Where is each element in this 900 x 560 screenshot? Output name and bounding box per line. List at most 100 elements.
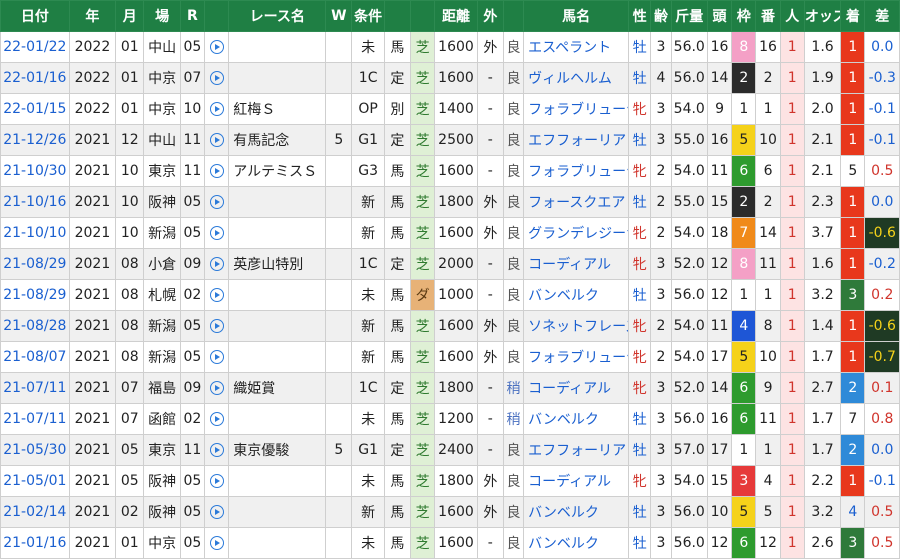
table-row[interactable]: 21-10/16 2021 10 阪神 05 新馬芝 1800 外良フォースクエア牡 2 55.0… xyxy=(0,186,900,218)
table-row[interactable]: 21-05/30 2021 05 東京 11 東京優駿 5 G1 定芝 2400- 良エフフォーリア… xyxy=(0,434,900,466)
condition-type-cell: 馬 xyxy=(383,403,412,435)
date-link[interactable]: 21-08/28 xyxy=(3,318,66,334)
rank-cell: 2 xyxy=(840,372,866,404)
month-cell: 12 xyxy=(115,124,145,156)
horse-link[interactable]: コーディアル xyxy=(528,381,611,397)
margin-cell: 0.0 xyxy=(864,186,900,218)
race-number-cell: 05 xyxy=(179,527,206,559)
play-icon[interactable] xyxy=(209,164,224,178)
margin-cell: 0.1 xyxy=(864,372,900,404)
play-icon[interactable] xyxy=(209,257,224,271)
table-row[interactable]: 21-08/29 2021 08 小倉 09 英彦山特別 1C 定芝 2000- 良コーディアル 牝… xyxy=(0,248,900,280)
play-icon[interactable] xyxy=(209,505,224,519)
horse-link[interactable]: コーディアル xyxy=(528,474,611,490)
date-link[interactable]: 21-02/14 xyxy=(3,504,66,520)
sex-cell: 牝 xyxy=(628,465,652,497)
weight-cell: 56.0 xyxy=(670,527,708,559)
date-link[interactable]: 21-12/26 xyxy=(3,132,66,148)
table-row[interactable]: 22-01/22 2022 01 中山 05 未馬芝 1600 外良エスペラント牡 3 56.0 1… xyxy=(0,31,900,63)
table-row[interactable]: 21-10/10202110新潟05 新馬芝1600外良グランデレジーナ牝254.… xyxy=(0,217,900,249)
date-link[interactable]: 21-05/30 xyxy=(3,442,66,458)
horse-link[interactable]: バンベルク xyxy=(528,536,599,552)
date-link[interactable]: 21-08/07 xyxy=(3,349,66,365)
horse-link[interactable]: フォラブリューテ xyxy=(528,164,628,180)
table-row[interactable]: 22-01/15202201中京10 紅梅Ｓ OP別芝1400-良フォラブリューテ牝… xyxy=(0,93,900,125)
date-link[interactable]: 21-05/01 xyxy=(3,473,66,489)
horse-link[interactable]: フォースクエア xyxy=(528,195,625,211)
play-icon[interactable] xyxy=(209,319,224,333)
play-icon[interactable] xyxy=(209,288,224,302)
month-cell: 02 xyxy=(115,496,145,528)
weight-cell: 54.0 xyxy=(670,465,708,497)
number-cell: 8 xyxy=(755,310,781,342)
play-icon[interactable] xyxy=(209,443,224,457)
horse-link[interactable]: フォラブリューテ xyxy=(528,350,628,366)
horse-link[interactable]: グランデレジーナ xyxy=(528,226,628,242)
date-link[interactable]: 21-08/29 xyxy=(3,287,66,303)
table-row[interactable]: 21-08/07202108新潟05 新馬芝1600外良フォラブリューテ牝254.… xyxy=(0,341,900,373)
date-link[interactable]: 21-10/30 xyxy=(3,163,66,179)
distance-cell: 1600 xyxy=(434,527,478,559)
horse-link[interactable]: バンベルク xyxy=(528,412,599,428)
play-icon[interactable] xyxy=(209,350,224,364)
date-link[interactable]: 22-01/16 xyxy=(3,70,66,86)
play-icon[interactable] xyxy=(209,536,224,550)
race-name-cell xyxy=(228,527,327,559)
play-icon[interactable] xyxy=(209,412,224,426)
venue-cell: 阪神 xyxy=(143,186,181,218)
play-icon[interactable] xyxy=(209,40,224,54)
condition-cell: 1C xyxy=(351,248,385,280)
table-row[interactable]: 21-12/26 2021 12 中山 11 有馬記念 5 G1 定芝 2500- 良エフフォーリア… xyxy=(0,124,900,156)
w-cell xyxy=(325,403,353,435)
table-row[interactable]: 21-05/01 2021 05 阪神 05 未馬芝 1800 外良コーディアル牝 3 54.0 1… xyxy=(0,465,900,497)
table-row[interactable]: 21-08/28 2021 08 新潟 05 新馬芝 1600 外良ソネットフレーズ牝 2 54.… xyxy=(0,310,900,342)
play-icon[interactable] xyxy=(209,474,224,488)
weight-cell: 56.0 xyxy=(670,403,708,435)
date-link[interactable]: 21-10/16 xyxy=(3,194,66,210)
date-link[interactable]: 21-07/11 xyxy=(3,380,66,396)
date-link[interactable]: 21-10/10 xyxy=(3,225,66,241)
sex-cell: 牡 xyxy=(628,124,652,156)
horse-cell: バンベルク xyxy=(523,496,630,528)
margin-cell: 0.5 xyxy=(864,155,900,187)
date-link[interactable]: 21-01/16 xyxy=(3,535,66,551)
horse-link[interactable]: エフフォーリア xyxy=(528,133,626,149)
distance-cell: 1600 xyxy=(434,31,478,63)
table-row[interactable]: 21-10/30 2021 10 東京 11 アルテミスＳ G3 馬芝 1600- 良フォラブリュ… xyxy=(0,155,900,187)
play-icon[interactable] xyxy=(209,133,224,147)
table-row[interactable]: 21-08/29 2021 08 札幌 02 未馬ダ 1000- 良バンベルク牡 3 56.0 12… xyxy=(0,279,900,311)
horse-link[interactable]: エフフォーリア xyxy=(528,443,626,459)
table-row[interactable]: 22-01/16 2022 01 中京 07 1C 定芝 1600- 良ヴィルヘルム牡 4 56.0… xyxy=(0,62,900,94)
date-link[interactable]: 21-08/29 xyxy=(3,256,66,272)
venue-cell: 中京 xyxy=(143,93,181,125)
play-icon[interactable] xyxy=(209,195,224,209)
age-cell: 2 xyxy=(650,341,672,373)
horse-link[interactable]: ヴィルヘルム xyxy=(528,71,612,87)
table-row[interactable]: 21-02/14 2021 02 阪神 05 新馬芝 1600 外良バンベルク牡 3 56.0 10… xyxy=(0,496,900,528)
horse-link[interactable]: ソネットフレーズ xyxy=(528,319,628,335)
age-cell: 3 xyxy=(650,434,672,466)
play-icon[interactable] xyxy=(209,102,224,116)
horse-link[interactable]: バンベルク xyxy=(528,288,599,304)
table-row[interactable]: 21-07/11 2021 07 福島 09 織姫賞 1C 定芝 1800- 稍コーディアル 牝 3 5… xyxy=(0,372,900,404)
horse-link[interactable]: フォラブリューテ xyxy=(528,102,628,118)
condition-type-cell: 別 xyxy=(383,93,412,125)
heads-cell: 12 xyxy=(706,248,733,280)
play-icon[interactable] xyxy=(209,381,224,395)
sex-cell: 牡 xyxy=(628,527,652,559)
popularity-cell: 1 xyxy=(779,186,805,218)
date-link[interactable]: 21-07/11 xyxy=(3,411,66,427)
horse-link[interactable]: コーディアル xyxy=(528,257,611,273)
table-row[interactable]: 21-07/11 2021 07 函館 02 未馬芝 1200- 稍バンベルク牡 3 56.0 16… xyxy=(0,403,900,435)
play-icon[interactable] xyxy=(209,226,224,240)
play-icon[interactable] xyxy=(209,71,224,85)
condition-type-cell: 馬 xyxy=(383,31,412,63)
table-row[interactable]: 21-01/16 2021 01 中京 05 未馬芝 1600- 良バンベルク牡 3 56.0 12… xyxy=(0,527,900,559)
horse-link[interactable]: バンベルク xyxy=(528,505,599,521)
date-link[interactable]: 22-01/22 xyxy=(3,39,66,55)
race-number-cell: 02 xyxy=(179,279,206,311)
date-link[interactable]: 22-01/15 xyxy=(3,101,66,117)
horse-cell: エフフォーリア xyxy=(523,434,630,466)
heads-cell: 11 xyxy=(706,155,733,187)
horse-link[interactable]: エスペラント xyxy=(528,40,611,56)
